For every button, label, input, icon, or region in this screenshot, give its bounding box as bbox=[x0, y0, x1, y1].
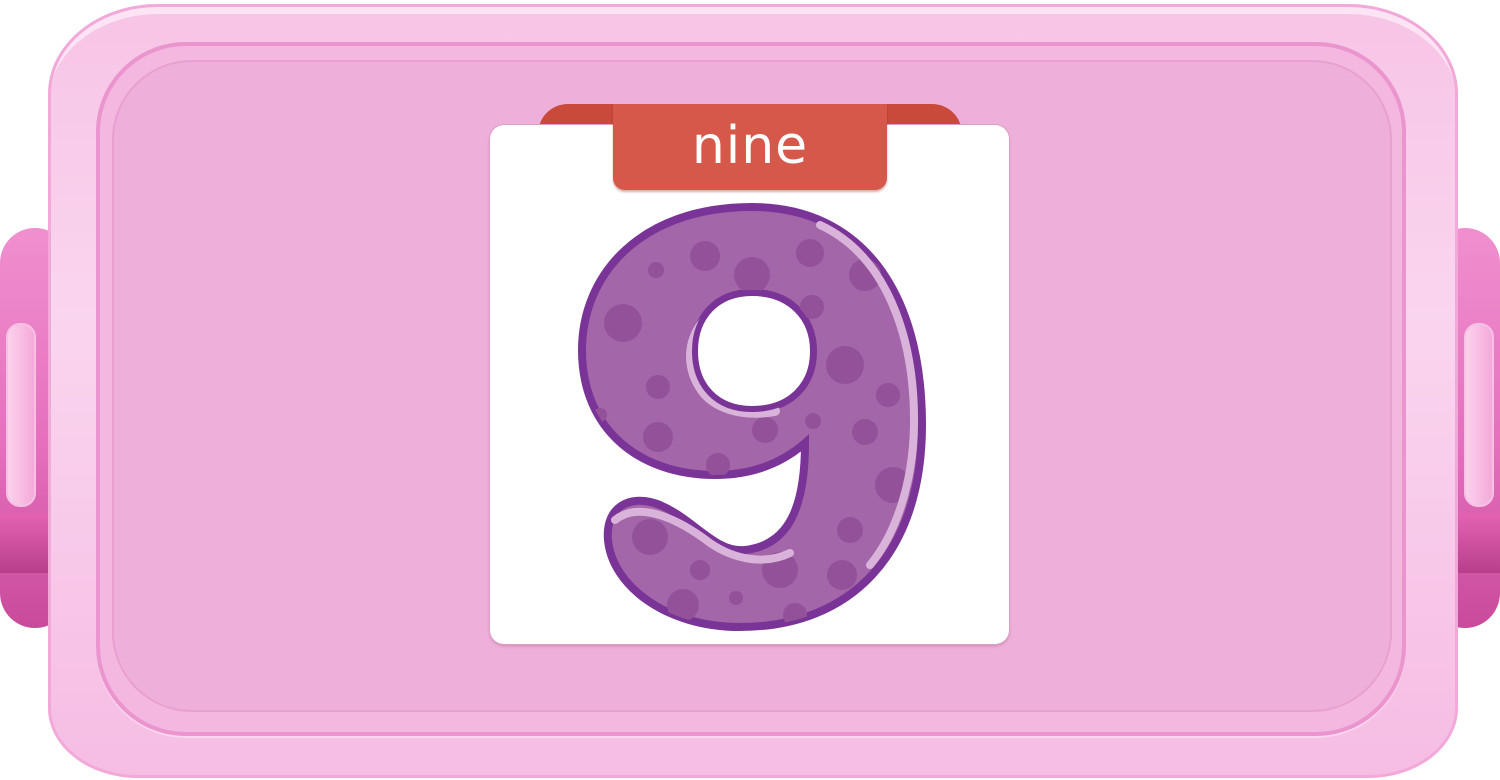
number-card[interactable]: 9 bbox=[490, 125, 1009, 644]
number-nine-icon: 9 bbox=[577, 202, 927, 632]
number-word-tab: nine bbox=[613, 104, 887, 190]
storage-box-scene: 9 nine bbox=[0, 0, 1500, 780]
right-handle-grip bbox=[1464, 323, 1494, 507]
nine-hole bbox=[691, 289, 817, 413]
left-handle-grip bbox=[6, 323, 36, 507]
number-word-label: nine bbox=[691, 116, 809, 176]
